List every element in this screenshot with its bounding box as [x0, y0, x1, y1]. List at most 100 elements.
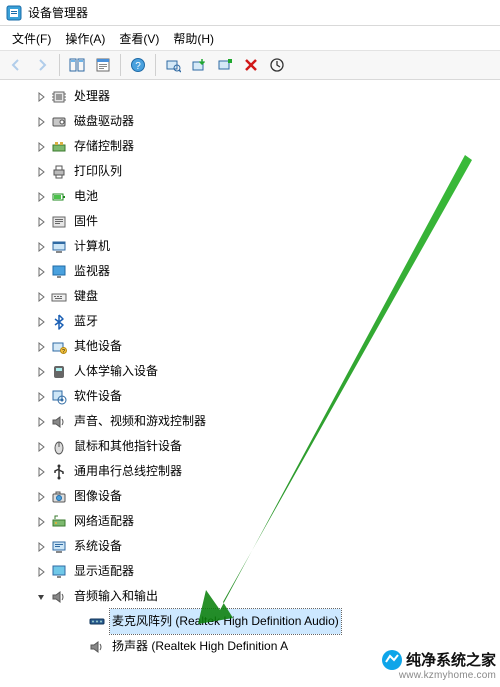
uninstall-device-button[interactable]	[213, 53, 237, 77]
expand-icon[interactable]	[32, 538, 50, 556]
network-icon	[50, 513, 68, 531]
tree-item-label: 显示适配器	[72, 559, 136, 584]
tree-item-label: 鼠标和其他指针设备	[72, 434, 184, 459]
tree-item-label: 通用串行总线控制器	[72, 459, 184, 484]
tree-item-label: 电池	[72, 184, 100, 209]
expand-icon[interactable]	[32, 213, 50, 231]
back-button	[4, 53, 28, 77]
software-icon	[50, 388, 68, 406]
help-button[interactable]: ?	[126, 53, 150, 77]
expand-icon[interactable]	[32, 488, 50, 506]
collapse-icon[interactable]	[32, 588, 50, 606]
expand-icon[interactable]	[32, 313, 50, 331]
tree-item-label: 图像设备	[72, 484, 124, 509]
storage-icon	[50, 138, 68, 156]
expand-icon[interactable]	[32, 563, 50, 581]
expand-icon[interactable]	[32, 263, 50, 281]
tree-category[interactable]: 处理器	[10, 84, 500, 109]
tree-item-label: 磁盘驱动器	[72, 109, 136, 134]
watermark-logo-icon	[382, 650, 402, 670]
tree-item-label: 固件	[72, 209, 100, 234]
tree-category[interactable]: 声音、视频和游戏控制器	[10, 409, 500, 434]
menu-action[interactable]: 操作(A)	[59, 28, 111, 49]
tree-category[interactable]: 键盘	[10, 284, 500, 309]
tree-category[interactable]: 打印队列	[10, 159, 500, 184]
system-icon	[50, 538, 68, 556]
tree-category[interactable]: 固件	[10, 209, 500, 234]
scan-hardware-button[interactable]	[161, 53, 185, 77]
tree-item-label: 扬声器 (Realtek High Definition A	[110, 634, 290, 659]
printer-icon	[50, 163, 68, 181]
expand-icon[interactable]	[32, 388, 50, 406]
expand-icon[interactable]	[32, 288, 50, 306]
mouse-icon	[50, 438, 68, 456]
monitor-icon	[50, 263, 68, 281]
micdev-icon	[88, 613, 106, 631]
tree-item-label: 网络适配器	[72, 509, 136, 534]
tree-category[interactable]: 电池	[10, 184, 500, 209]
expand-placeholder	[70, 638, 88, 656]
tree-category[interactable]: 计算机	[10, 234, 500, 259]
tree-item-label: 蓝牙	[72, 309, 100, 334]
properties-button[interactable]	[91, 53, 115, 77]
firmware-icon	[50, 213, 68, 231]
tree-category[interactable]: 网络适配器	[10, 509, 500, 534]
menubar: 文件(F) 操作(A) 查看(V) 帮助(H)	[0, 26, 500, 50]
svg-text:?: ?	[135, 61, 141, 72]
expand-placeholder	[70, 613, 88, 631]
tree-category[interactable]: 系统设备	[10, 534, 500, 559]
show-hide-console-tree-button[interactable]	[65, 53, 89, 77]
expand-icon[interactable]	[32, 338, 50, 356]
usb-icon	[50, 463, 68, 481]
tree-category[interactable]: 软件设备	[10, 384, 500, 409]
tree-category[interactable]: 磁盘驱动器	[10, 109, 500, 134]
tree-category[interactable]: 图像设备	[10, 484, 500, 509]
tree-item-label: 处理器	[72, 84, 112, 109]
expand-icon[interactable]	[32, 363, 50, 381]
tree-item-label: 麦克风阵列 (Realtek High Definition Audio)	[110, 609, 341, 634]
tree-category[interactable]: 鼠标和其他指针设备	[10, 434, 500, 459]
expand-icon[interactable]	[32, 88, 50, 106]
expand-icon[interactable]	[32, 138, 50, 156]
expand-icon[interactable]	[32, 463, 50, 481]
expand-icon[interactable]	[32, 438, 50, 456]
toolbar: ?	[0, 50, 500, 80]
tree-category[interactable]: 通用串行总线控制器	[10, 459, 500, 484]
computer-icon	[50, 238, 68, 256]
expand-icon[interactable]	[32, 238, 50, 256]
forward-button	[30, 53, 54, 77]
update-driver-button[interactable]	[187, 53, 211, 77]
menu-help[interactable]: 帮助(H)	[167, 28, 220, 49]
tree-category-expanded[interactable]: 音频输入和输出	[10, 584, 500, 609]
tree-category[interactable]: 蓝牙	[10, 309, 500, 334]
tree-item-label: 计算机	[72, 234, 112, 259]
enable-device-button[interactable]	[265, 53, 289, 77]
camera-icon	[50, 488, 68, 506]
keyboard-icon	[50, 288, 68, 306]
sound-icon	[88, 638, 106, 656]
expand-icon[interactable]	[32, 188, 50, 206]
watermark: 纯净系统之家 www.kzmyhome.com	[382, 649, 496, 681]
expand-icon[interactable]	[32, 413, 50, 431]
cpu-icon	[50, 88, 68, 106]
window-title: 设备管理器	[28, 4, 88, 21]
expand-icon[interactable]	[32, 113, 50, 131]
tree-item-label: 其他设备	[72, 334, 124, 359]
tree-item-label: 软件设备	[72, 384, 124, 409]
menu-file[interactable]: 文件(F)	[6, 28, 57, 49]
bluetooth-icon	[50, 313, 68, 331]
tree-category[interactable]: ?其他设备	[10, 334, 500, 359]
tree-category[interactable]: 人体学输入设备	[10, 359, 500, 384]
tree-category[interactable]: 监视器	[10, 259, 500, 284]
titlebar: 设备管理器	[0, 0, 500, 26]
expand-icon[interactable]	[32, 513, 50, 531]
expand-icon[interactable]	[32, 163, 50, 181]
menu-view[interactable]: 查看(V)	[113, 28, 165, 49]
tree-category[interactable]: 显示适配器	[10, 559, 500, 584]
app-icon	[6, 5, 22, 21]
sound-icon	[50, 413, 68, 431]
tree-item-label: 人体学输入设备	[72, 359, 160, 384]
tree-category[interactable]: 存储控制器	[10, 134, 500, 159]
tree-device[interactable]: 麦克风阵列 (Realtek High Definition Audio)	[10, 609, 500, 634]
disable-device-button[interactable]	[239, 53, 263, 77]
